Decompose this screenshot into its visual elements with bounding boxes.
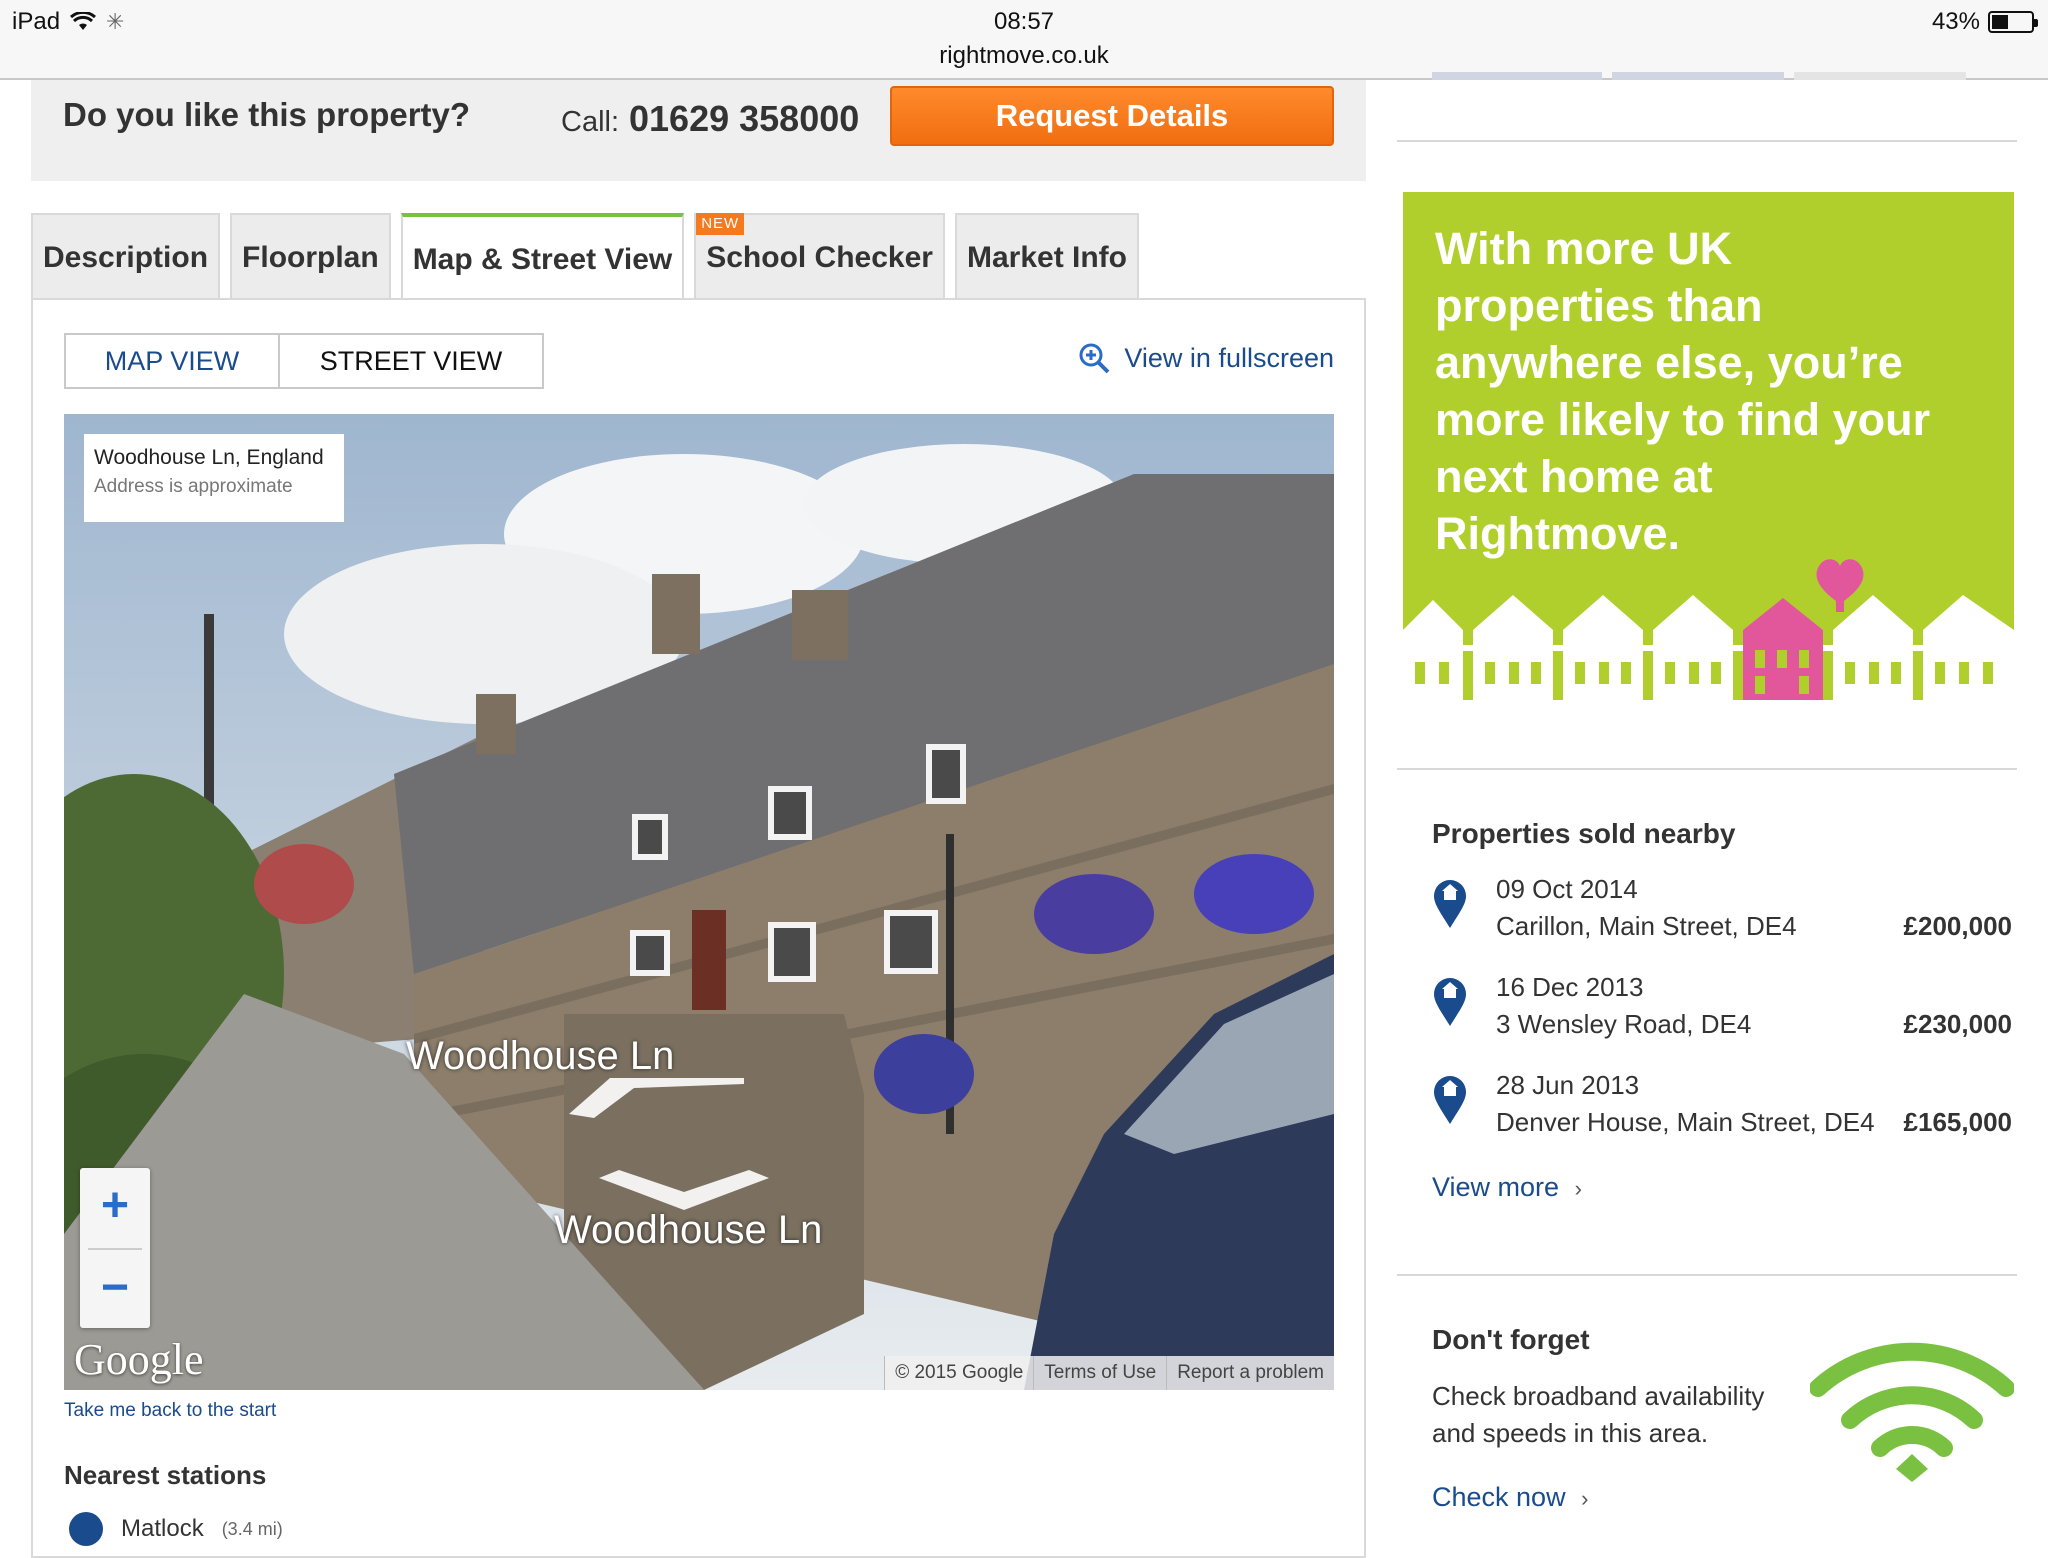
national-rail-icon bbox=[69, 1512, 103, 1546]
tab-label: Description bbox=[43, 241, 209, 274]
sold-price: £200,000 bbox=[1903, 911, 2012, 941]
divider bbox=[1397, 140, 2017, 142]
sold-price: £230,000 bbox=[1903, 1009, 2012, 1039]
scrolled-tab-strip bbox=[1794, 72, 1966, 80]
clock: 08:57 bbox=[993, 8, 1055, 35]
check-now-label: Check now bbox=[1432, 1482, 1566, 1512]
advert-text: With more UK properties than anywhere el… bbox=[1435, 223, 1931, 559]
back-to-start-link[interactable]: Take me back to the start bbox=[64, 1400, 276, 1422]
copyright-text: © 2015 Google bbox=[884, 1356, 1034, 1390]
nearest-stations-title: Nearest stations bbox=[64, 1460, 267, 1490]
property-cta-bar: Do you like this property? Call: 01629 3… bbox=[31, 80, 1366, 181]
map-street-view-panel: MAP VIEW STREET VIEW View in fullscreen bbox=[31, 298, 1366, 1558]
tab-school-checker[interactable]: NEW School Checker bbox=[694, 213, 945, 299]
sold-address: Denver House, Main Street, DE4 bbox=[1496, 1107, 1875, 1137]
chevron-right-icon: › bbox=[1581, 1486, 1589, 1511]
sold-property-item[interactable]: 28 Jun 2013 Denver House, Main Street, D… bbox=[1432, 1070, 2012, 1150]
tab-market-info[interactable]: Market Info bbox=[954, 213, 1139, 299]
ios-status-bar: iPad ✳ 08:57 rightmove.co.uk 43% bbox=[0, 0, 2048, 80]
tab-floorplan[interactable]: Floorplan bbox=[230, 213, 391, 299]
sold-date: 16 Dec 2013 bbox=[1496, 972, 1644, 1002]
station-item: Matlock (3.4 mi) bbox=[69, 1512, 283, 1546]
view-fullscreen-link[interactable]: View in fullscreen bbox=[1078, 342, 1334, 374]
station-distance: (3.4 mi) bbox=[221, 1518, 283, 1539]
sold-property-item[interactable]: 09 Oct 2014 Carillon, Main Street, DE4 £… bbox=[1432, 874, 2012, 954]
scrolled-tab-strip bbox=[1432, 72, 1602, 80]
sold-address: Carillon, Main Street, DE4 bbox=[1496, 911, 1797, 941]
address-bar-url[interactable]: rightmove.co.uk bbox=[0, 42, 2048, 70]
request-details-button[interactable]: Request Details bbox=[890, 86, 1334, 146]
fullscreen-label: View in fullscreen bbox=[1124, 342, 1334, 373]
sold-map-pin-icon bbox=[1434, 1076, 1466, 1124]
tab-label: Market Info bbox=[966, 241, 1127, 274]
view-more-link[interactable]: View more › bbox=[1432, 1172, 1582, 1203]
street-view-button[interactable]: STREET VIEW bbox=[280, 333, 544, 389]
dont-forget-title: Don't forget bbox=[1432, 1324, 1590, 1355]
zoom-out-button[interactable]: − bbox=[80, 1250, 150, 1328]
battery-icon bbox=[1988, 11, 2038, 33]
battery-percent: 43% bbox=[1931, 8, 1980, 35]
broadband-text: Check broadband availability and speeds … bbox=[1432, 1381, 1765, 1448]
sold-date: 28 Jun 2013 bbox=[1496, 1070, 1640, 1100]
sold-date: 09 Oct 2014 bbox=[1496, 874, 1638, 904]
road-label: Woodhouse Ln bbox=[406, 1034, 675, 1078]
terms-of-use-link[interactable]: Terms of Use bbox=[1033, 1356, 1167, 1390]
tab-description[interactable]: Description bbox=[31, 213, 221, 299]
sold-property-item[interactable]: 16 Dec 2013 3 Wensley Road, DE4 £230,000 bbox=[1432, 972, 2012, 1052]
map-view-button[interactable]: MAP VIEW bbox=[64, 333, 280, 389]
view-more-label: View more bbox=[1432, 1172, 1560, 1202]
address-line: Woodhouse Ln, England bbox=[94, 446, 324, 469]
call-label: Call: bbox=[561, 106, 620, 138]
google-logo: Google bbox=[74, 1335, 204, 1384]
view-toggle: MAP VIEW STREET VIEW bbox=[64, 333, 544, 389]
chevron-right-icon: › bbox=[1574, 1176, 1582, 1201]
scrolled-tab-strip bbox=[1612, 72, 1784, 80]
station-name: Matlock bbox=[121, 1515, 204, 1542]
new-badge: NEW bbox=[696, 213, 745, 235]
call-info: Call: 01629 358000 bbox=[561, 98, 859, 140]
street-view-address-card: Woodhouse Ln, England Address is approxi… bbox=[84, 434, 344, 522]
divider bbox=[1397, 768, 2017, 770]
tab-map-street-view[interactable]: Map & Street View bbox=[400, 213, 685, 301]
report-problem-link[interactable]: Report a problem bbox=[1166, 1356, 1334, 1390]
phone-number-link[interactable]: 01629 358000 bbox=[629, 98, 859, 140]
divider bbox=[1397, 1274, 2017, 1276]
map-footer: © 2015 Google Terms of Use Report a prob… bbox=[884, 1356, 1334, 1390]
zoom-in-button[interactable]: + bbox=[80, 1168, 150, 1248]
sold-map-pin-icon bbox=[1434, 978, 1466, 1026]
zoom-in-magnifier-icon bbox=[1079, 343, 1110, 374]
tab-label: School Checker bbox=[706, 241, 933, 274]
houses-illustration bbox=[1403, 595, 2014, 700]
zoom-control: + − bbox=[80, 1168, 150, 1328]
check-now-link[interactable]: Check now › bbox=[1432, 1482, 1588, 1513]
address-note: Address is approximate bbox=[94, 476, 293, 497]
heart-icon bbox=[1816, 559, 1864, 612]
property-tabs: Description Floorplan Map & Street View … bbox=[31, 213, 1139, 301]
sold-address: 3 Wensley Road, DE4 bbox=[1496, 1009, 1752, 1039]
sold-nearby-title: Properties sold nearby bbox=[1432, 818, 1736, 849]
road-label: Woodhouse Ln bbox=[554, 1208, 823, 1252]
wifi-broadband-icon bbox=[1810, 1342, 2014, 1482]
cta-question: Do you like this property? bbox=[63, 96, 471, 133]
tab-label: Map & Street View bbox=[412, 243, 673, 276]
sold-price: £165,000 bbox=[1903, 1107, 2012, 1137]
rightmove-advert[interactable]: With more UK properties than anywhere el… bbox=[1403, 192, 2014, 700]
street-view-panorama[interactable]: Woodhouse Ln Woodhouse Ln Woodhouse Ln, … bbox=[64, 414, 1334, 1390]
tab-label: Floorplan bbox=[242, 241, 379, 274]
sold-map-pin-icon bbox=[1434, 880, 1466, 928]
